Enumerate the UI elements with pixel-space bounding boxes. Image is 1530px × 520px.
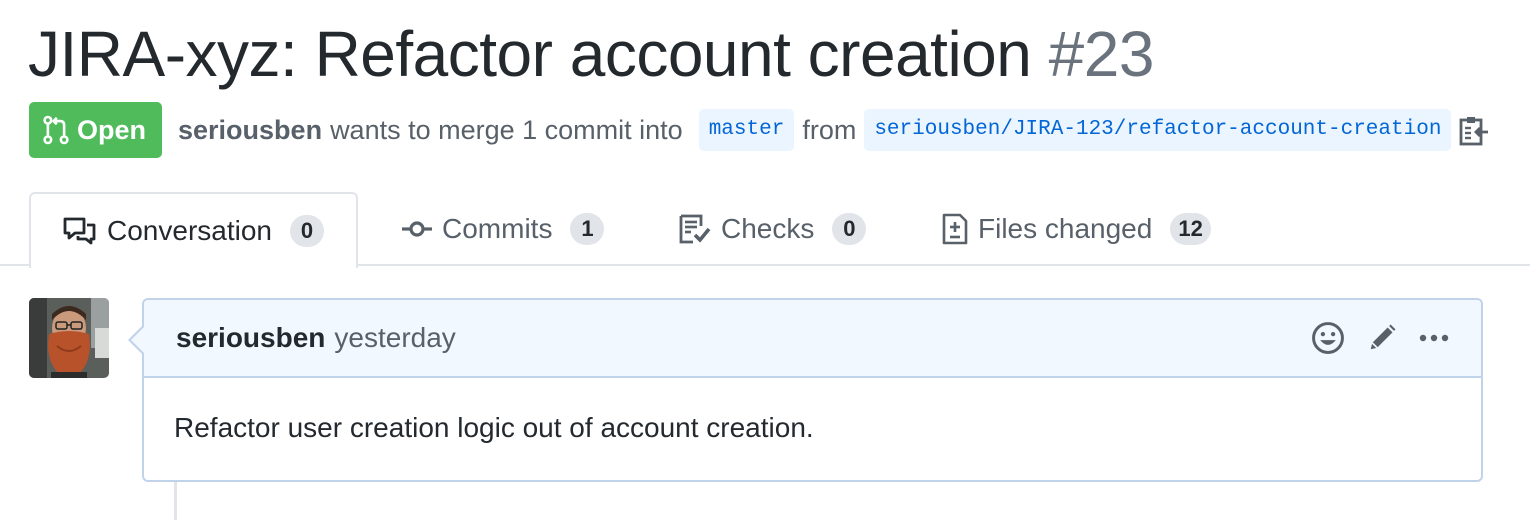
comment-body: Refactor user creation logic out of acco… xyxy=(174,412,814,443)
from-text: from xyxy=(802,114,857,145)
comment-author-link[interactable]: seriousben xyxy=(176,322,325,354)
pr-title: JIRA-xyz: Refactor account creation #23 xyxy=(28,16,1154,92)
tab-conversation[interactable]: Conversation 0 xyxy=(29,192,358,268)
checklist-icon xyxy=(679,214,711,244)
edit-comment-button[interactable] xyxy=(1367,323,1397,353)
tab-conversation-count: 0 xyxy=(289,215,324,247)
state-label: Open xyxy=(77,114,147,145)
add-reaction-button[interactable] xyxy=(1311,321,1345,355)
tab-files-changed-count: 12 xyxy=(1170,213,1211,245)
copy-branch-button[interactable] xyxy=(1459,114,1489,146)
clippy-icon xyxy=(1460,117,1489,146)
kebab-horizontal-icon xyxy=(1419,334,1449,342)
tab-commits-count: 1 xyxy=(570,213,605,245)
tab-checks-count: 0 xyxy=(832,213,867,245)
comment-actions xyxy=(1311,321,1449,355)
comment-discussion-icon xyxy=(63,217,96,245)
tab-commits-label: Commits xyxy=(442,213,553,244)
smiley-icon xyxy=(1312,322,1344,354)
tab-files-changed-label: Files changed xyxy=(978,213,1153,244)
tab-commits[interactable]: Commits 1 xyxy=(402,192,605,266)
pencil-icon xyxy=(1370,324,1396,350)
tab-checks-label: Checks xyxy=(721,213,815,244)
tab-files-changed[interactable]: Files changed 12 xyxy=(942,192,1211,266)
comment-options-button[interactable] xyxy=(1419,333,1449,343)
file-diff-icon xyxy=(942,213,968,245)
pr-author-link[interactable]: seriousben xyxy=(178,115,322,146)
git-pull-request-icon xyxy=(43,115,69,145)
timeline-line xyxy=(174,480,177,520)
avatar[interactable] xyxy=(29,298,109,378)
pr-number: #23 xyxy=(1048,18,1155,90)
git-commit-icon xyxy=(402,221,432,237)
pr-meta: Open seriousben wants to merge 1 commit … xyxy=(29,102,1489,158)
tab-checks[interactable]: Checks 0 xyxy=(679,192,867,266)
merge-text: wants to merge 1 commit into xyxy=(330,114,683,145)
avatar-image xyxy=(29,298,109,378)
pr-title-text: JIRA-xyz: Refactor account creation xyxy=(28,18,1032,90)
tab-conversation-label: Conversation xyxy=(107,215,272,246)
pr-tabs: Conversation 0 Commits 1 Checks 0 Files … xyxy=(0,192,1530,268)
comment-arrow-fill xyxy=(131,326,145,354)
comment-timestamp[interactable]: yesterday xyxy=(334,322,455,354)
comment-header: seriousben yesterday xyxy=(144,300,1481,378)
state-badge: Open xyxy=(29,102,163,158)
head-branch[interactable]: seriousben/JIRA-123/refactor-account-cre… xyxy=(864,109,1452,151)
base-branch[interactable]: master xyxy=(698,109,795,151)
comment-box: seriousben yesterday Refactor user creat… xyxy=(128,298,1483,482)
